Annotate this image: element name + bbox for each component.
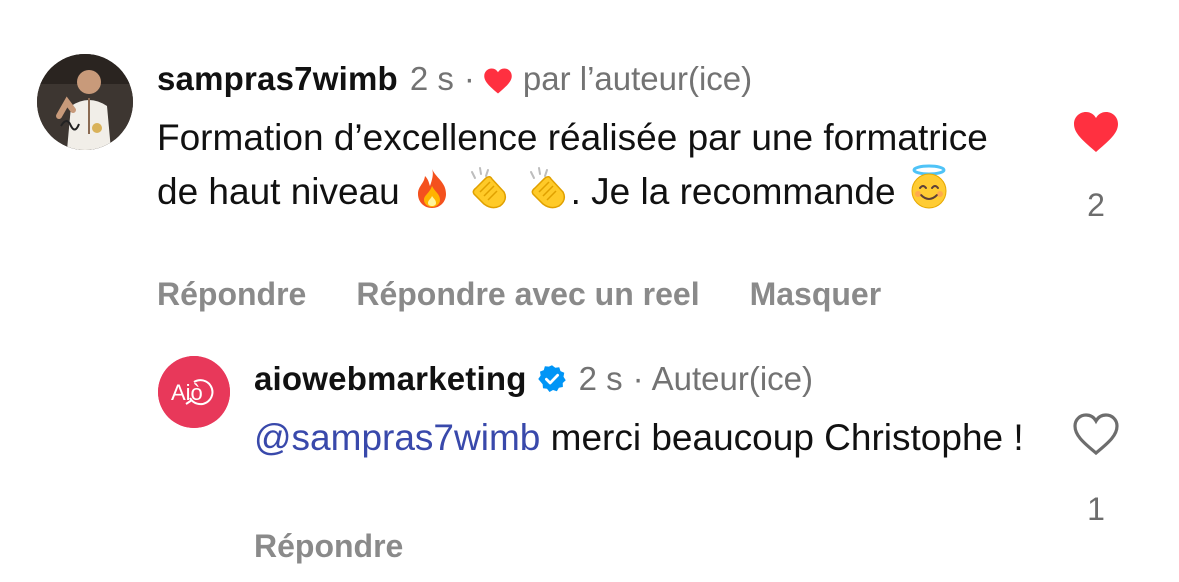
comment-like: 2: [1068, 110, 1124, 224]
comment-actions: Répondre Répondre avec un reel Masquer: [157, 276, 931, 313]
separator-dot: ·: [463, 60, 475, 97]
reply-timestamp: 2 s: [578, 360, 623, 397]
comment-username[interactable]: sampras7wimb: [157, 60, 398, 98]
heart-filled-icon[interactable]: [1072, 110, 1120, 159]
clapping-hands-emoji-icon: [464, 166, 512, 224]
reply-meta: aiowebmarketing 2 s · Auteur(ice): [254, 360, 813, 398]
mention-link[interactable]: @sampras7wimb: [254, 417, 540, 458]
fire-emoji-icon: [410, 166, 454, 224]
reply-button[interactable]: Répondre: [254, 528, 403, 565]
liked-by-author-label: par l’auteur(ice): [522, 60, 753, 97]
comment-timestamp: 2 s: [409, 60, 454, 97]
heart-icon: [483, 65, 513, 94]
comment-text: Formation d’excellence réalisée par une …: [157, 112, 1037, 224]
comment-meta: sampras7wimb 2 s · par l’auteur(ice): [157, 60, 752, 98]
hide-button[interactable]: Masquer: [750, 276, 882, 313]
reply-username[interactable]: aiowebmarketing: [254, 360, 527, 398]
separator-dot: ·: [632, 360, 644, 397]
reply-text: @sampras7wimb merci beaucoup Christophe …: [254, 412, 1034, 464]
like-count: 1: [1087, 491, 1105, 527]
author-label: Auteur(ice): [651, 360, 813, 397]
heart-outline-icon[interactable]: [1072, 412, 1120, 461]
reply-with-reel-button[interactable]: Répondre avec un reel: [356, 276, 699, 313]
avatar-logo-text: Aiò: [171, 380, 203, 405]
reply-text-content: merci beaucoup Christophe !: [540, 417, 1024, 458]
reply-like: 1: [1068, 412, 1124, 528]
clapping-hands-emoji-icon: [523, 166, 571, 224]
avatar[interactable]: [37, 54, 133, 150]
like-count: 2: [1087, 187, 1105, 223]
smiling-face-with-halo-emoji-icon: [906, 164, 952, 224]
avatar[interactable]: Aiò: [158, 356, 230, 428]
reply-button[interactable]: Répondre: [157, 276, 306, 313]
verified-badge-icon: [537, 364, 567, 394]
comment-text-part2: . Je la recommande: [570, 171, 896, 212]
reply-actions: Répondre: [254, 528, 403, 565]
